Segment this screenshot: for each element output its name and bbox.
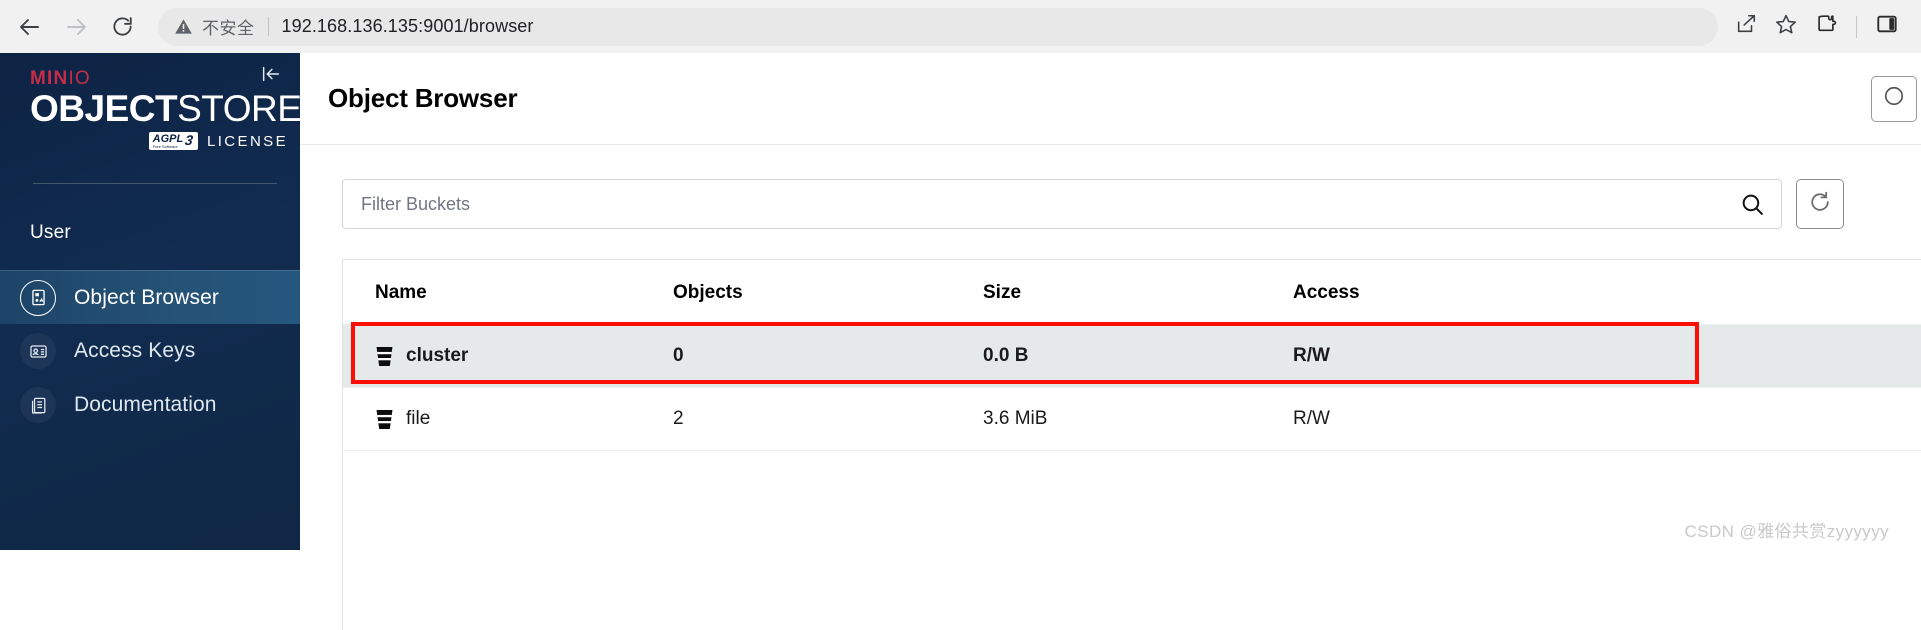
column-header-size[interactable]: Size [983,260,1293,325]
bucket-access-cell: R/W [1293,324,1921,388]
sidebar-item-documentation[interactable]: Documentation [0,378,300,432]
toolbar-divider [1856,15,1857,38]
bucket-objects-cell: 2 [673,387,983,451]
sidebar-item-access-keys[interactable]: Access Keys [0,324,300,378]
table-head: Name Objects Size Access [343,260,1921,325]
buckets-table: Name Objects Size Access cluster 0 0.0 B… [343,260,1921,451]
bucket-objects-cell: 0 [673,324,983,388]
not-secure-warning-icon [174,17,193,36]
agpl-badge-text: AGPL Free Software [153,133,184,149]
app-page: MINIO OBJECTSTORE AGPL Free Software 3 L… [0,53,1921,630]
star-icon [1775,13,1797,40]
share-icon [1735,13,1757,40]
url-text: 192.168.136.135:9001/browser [281,16,534,36]
bucket-icon [375,409,394,430]
back-button[interactable] [8,5,52,49]
buckets-table-card: Name Objects Size Access cluster 0 0.0 B… [342,259,1921,630]
column-header-access[interactable]: Access [1293,260,1921,325]
documentation-icon [20,387,56,424]
product-name: OBJECTSTORE [30,88,300,129]
bucket-name-cell: file [343,387,673,451]
omnibox-divider [267,17,269,36]
main-content: Object Browser Filter Buckets Name Objec… [300,53,1921,630]
refresh-button[interactable] [1796,179,1844,229]
bookmark-button[interactable] [1766,7,1806,47]
forward-button[interactable] [54,5,98,49]
forward-arrow-icon [64,15,88,39]
filter-row [342,179,1921,229]
browser-nav-buttons [0,5,144,49]
sidebar-section-user: User [30,222,71,244]
sidebar-item-label: Object Browser [74,285,219,309]
collapse-sidebar-icon [260,63,282,90]
bucket-name-label: file [406,408,431,429]
sidebar-item-object-browser[interactable]: Object Browser [0,270,300,325]
extensions-button[interactable] [1806,7,1846,47]
reload-icon [111,15,134,38]
browser-toolbar-actions [1726,7,1921,47]
minio-brand-bold: MIN [30,68,69,89]
help-icon [1883,85,1905,112]
bucket-name-wrap: cluster [375,345,673,367]
share-button[interactable] [1726,7,1766,47]
watermark: CSDN @雅俗共赏zyyyyyy [1684,522,1889,541]
bucket-icon [375,346,394,367]
puzzle-piece-icon [1815,13,1837,40]
search-icon[interactable] [1732,192,1765,217]
table-body: cluster 0 0.0 B R/W file 2 3.6 MiB R/W [343,324,1921,451]
side-panel-button[interactable] [1867,7,1907,47]
header-actions [1871,75,1917,122]
access-keys-icon [20,333,56,370]
sidebar-item-label: Documentation [74,393,217,417]
address-bar[interactable]: 不安全 192.168.136.135:9001/browser [158,7,1718,46]
license-label: LICENSE [207,132,288,150]
agpl-badge: AGPL Free Software 3 [148,131,198,151]
object-browser-body: Name Objects Size Access [300,145,1921,630]
bucket-access-cell: R/W [1293,387,1921,451]
product-name-bold: OBJECT [30,88,178,129]
collapse-sidebar-button[interactable] [258,63,284,89]
search-input[interactable] [361,193,1732,215]
bucket-size-cell: 3.6 MiB [983,387,1293,451]
column-header-objects[interactable]: Objects [673,260,983,325]
side-panel-icon [1876,13,1898,40]
page-header: Object Browser [300,53,1921,145]
help-button[interactable] [1871,75,1917,122]
sidebar: MINIO OBJECTSTORE AGPL Free Software 3 L… [0,53,300,550]
table-row[interactable]: cluster 0 0.0 B R/W [343,324,1921,388]
reload-button[interactable] [100,5,144,49]
bucket-name-label: cluster [406,345,469,366]
sidebar-item-label: Access Keys [74,339,196,363]
agpl-version: 3 [184,132,195,149]
back-arrow-icon [18,15,42,39]
bucket-size-cell: 0.0 B [983,324,1293,388]
sidebar-nav: Object Browser Access Keys Documentation [0,270,300,432]
minio-logo: MINIO OBJECTSTORE AGPL Free Software 3 L… [0,53,300,151]
browser-toolbar: 不安全 192.168.136.135:9001/browser [0,0,1921,53]
refresh-icon [1808,190,1832,219]
page-title: Object Browser [328,83,518,113]
license-row: AGPL Free Software 3 LICENSE [30,131,300,151]
table-header-row: Name Objects Size Access [343,260,1921,325]
table-row[interactable]: file 2 3.6 MiB R/W [343,387,1921,451]
agpl-sublabel: Free Software [152,143,178,149]
column-header-name[interactable]: Name [343,260,673,325]
minio-brand-light: IO [68,68,91,89]
product-name-light: STORE [177,88,300,129]
filter-buckets-field[interactable] [342,179,1782,229]
bucket-name-cell: cluster [343,324,673,388]
bucket-name-wrap: file [375,408,673,430]
object-browser-icon [20,279,56,316]
not-secure-label: 不安全 [202,19,255,38]
